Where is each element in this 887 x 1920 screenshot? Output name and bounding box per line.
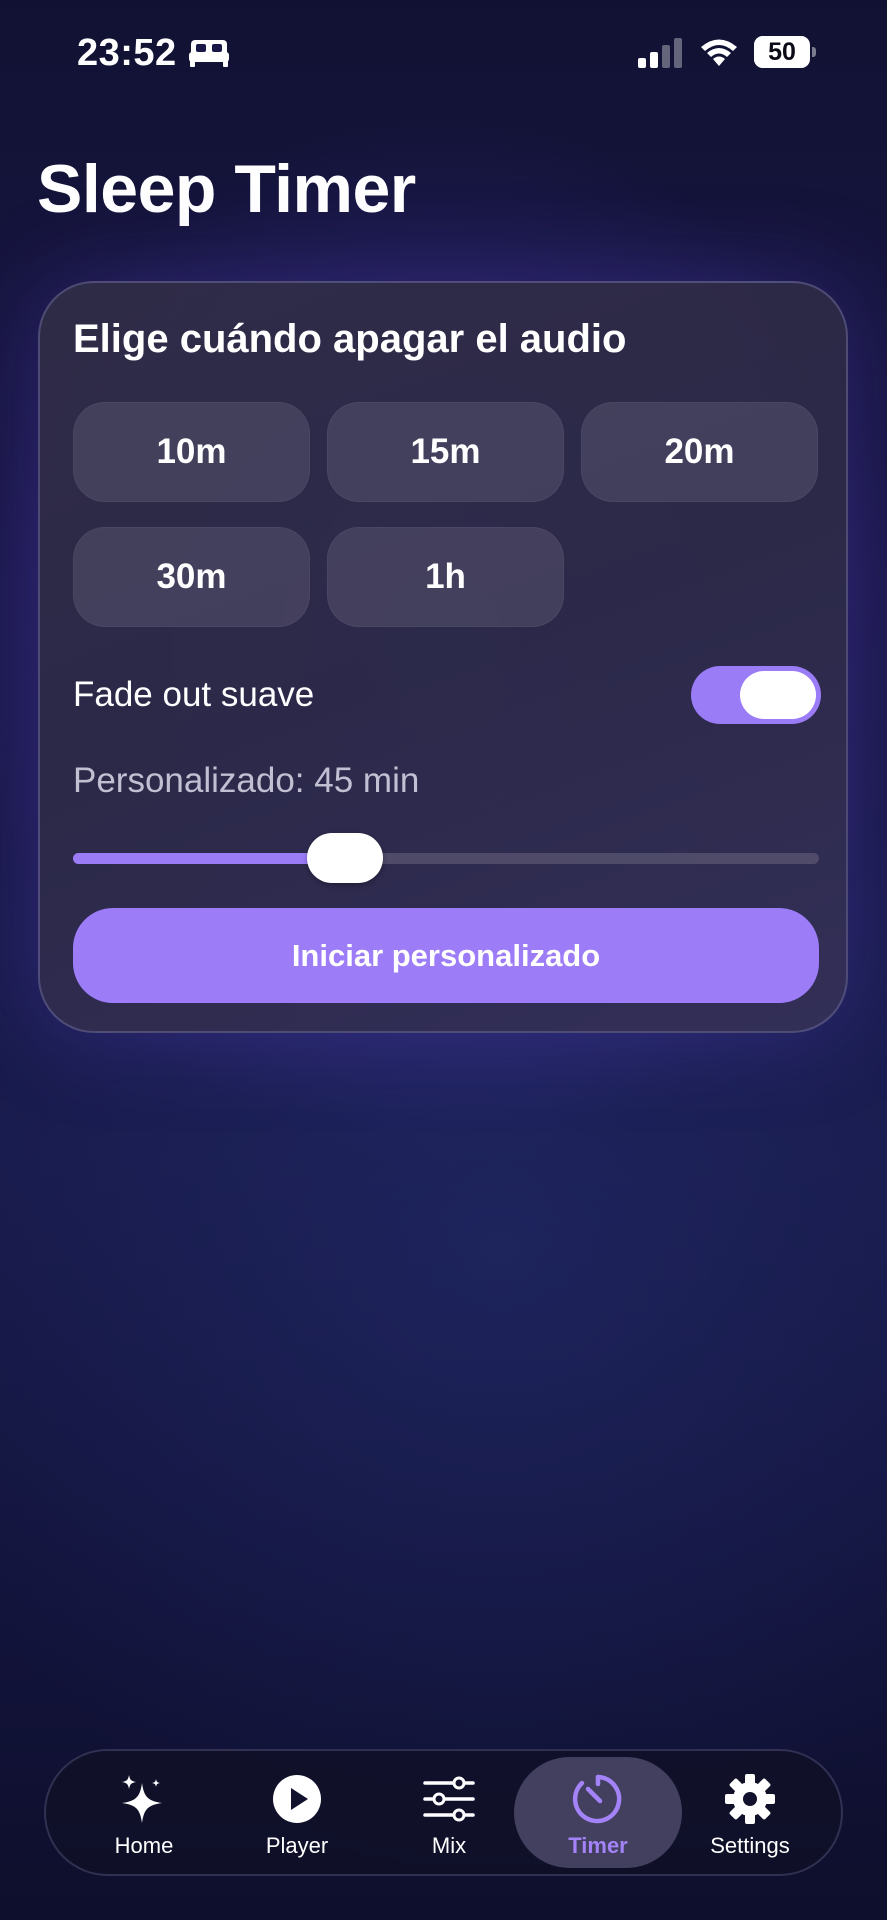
battery-cap <box>812 47 816 57</box>
preset-30m-button[interactable]: 30m <box>73 527 310 627</box>
tab-timer[interactable]: Timer <box>514 1757 682 1868</box>
battery-body: 50 <box>754 36 810 68</box>
custom-duration-label: Personalizado: 45 min <box>73 761 420 800</box>
slider-fill <box>73 853 345 864</box>
status-bar: 23:52 50 <box>0 0 887 100</box>
tab-mix[interactable]: Mix <box>373 1757 525 1868</box>
sparkles-icon <box>122 1775 162 1823</box>
page-title: Sleep Timer <box>37 151 416 227</box>
timer-icon <box>572 1774 622 1824</box>
preset-15m-button[interactable]: 15m <box>327 402 564 502</box>
tab-settings-label: Settings <box>710 1833 790 1858</box>
signal-icon <box>638 38 682 68</box>
bed-icon <box>189 40 229 67</box>
preset-10m-button[interactable]: 10m <box>73 402 310 502</box>
status-time: 23:52 <box>77 32 177 74</box>
preset-20m-button[interactable]: 20m <box>581 402 818 502</box>
play-circle-icon <box>273 1775 321 1823</box>
slider-thumb[interactable] <box>307 833 383 883</box>
tab-mix-label: Mix <box>431 1833 467 1858</box>
tab-home[interactable]: Home <box>68 1757 220 1868</box>
battery-level: 50 <box>768 38 796 66</box>
preset-1h-button[interactable]: 1h <box>327 527 564 627</box>
card-heading: Elige cuándo apagar el audio <box>73 317 627 361</box>
timer-card: Elige cuándo apagar el audio 10m 15m 20m… <box>38 281 848 1033</box>
tab-timer-label: Timer <box>568 1833 628 1858</box>
fade-out-label: Fade out suave <box>73 675 315 714</box>
gear-icon <box>725 1774 775 1824</box>
tab-bar: Home Player Mix Timer Settings <box>44 1749 843 1876</box>
wifi-icon <box>701 39 737 66</box>
toggle-knob <box>740 671 816 719</box>
fade-out-toggle[interactable] <box>691 666 821 724</box>
start-custom-button[interactable]: Iniciar personalizado <box>73 908 819 1003</box>
battery-indicator: 50 <box>754 36 816 68</box>
tab-player[interactable]: Player <box>221 1757 373 1868</box>
sliders-icon <box>423 1776 475 1822</box>
custom-duration-slider[interactable] <box>73 833 819 883</box>
tab-settings[interactable]: Settings <box>674 1757 826 1868</box>
tab-home-label: Home <box>114 1833 174 1858</box>
tab-player-label: Player <box>265 1833 329 1858</box>
